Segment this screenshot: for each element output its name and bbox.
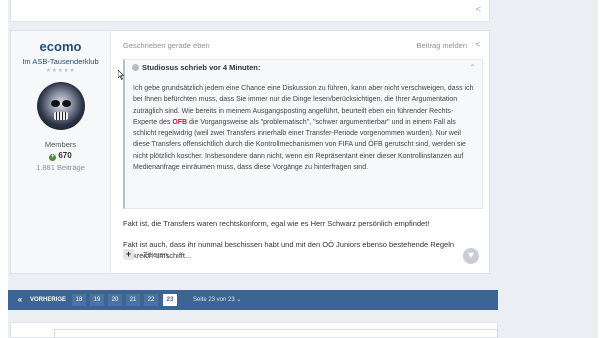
expand-quote-icon[interactable]: ⌃ — [469, 63, 476, 72]
avatar-eye — [50, 100, 60, 107]
page-button-22[interactable]: 22 — [144, 294, 158, 306]
previous-post: < — [10, 0, 490, 22]
forum-post: ecomo Im ASB-Tausenderklub ★★★★★ Members… — [10, 30, 490, 274]
avatar-eye — [61, 100, 71, 107]
page-button-20[interactable]: 20 — [108, 294, 122, 306]
avatar[interactable] — [36, 82, 85, 130]
multiquote-button[interactable]: + — [123, 249, 134, 260]
report-post-link[interactable]: Beitrag melden — [417, 41, 467, 50]
reputation-value: 670 — [58, 151, 72, 160]
page-button-21[interactable]: 21 — [126, 294, 140, 306]
author-group: Im ASB-Tausenderklub — [22, 57, 99, 66]
quote-user-icon — [132, 64, 139, 71]
quote-author[interactable]: Studiosus schrieb vor 4 Minuten: — [142, 63, 260, 72]
share-icon[interactable]: < — [475, 40, 480, 49]
share-icon[interactable]: < — [476, 4, 481, 14]
reply-text: Fakt ist, die Transfers waren rechtskonf… — [123, 219, 430, 228]
reputation-plus-icon: + — [49, 154, 57, 161]
post-count: 1.881 Beiträge — [36, 163, 85, 172]
previous-page-button[interactable]: VORHERIGE — [30, 294, 66, 306]
quote-block: Studiosus schrieb vor 4 Minuten: ⌃ Ich g… — [123, 59, 483, 209]
reputation: +670 — [11, 151, 110, 161]
reply-box — [10, 322, 498, 338]
author-name[interactable]: ecomo — [11, 39, 110, 54]
page-button-current[interactable]: 23 — [163, 294, 177, 306]
quote-text-part: die Vorgangsweise als "problematisch", "… — [133, 118, 466, 172]
page-button-18[interactable]: 18 — [72, 294, 86, 306]
like-heart-icon[interactable]: ♥ — [463, 248, 479, 264]
quote-button[interactable]: Zitieren — [143, 250, 168, 259]
page-jump-dropdown[interactable]: Seite 23 von 23 ⌄ — [193, 294, 253, 306]
page-button-19[interactable]: 19 — [90, 294, 104, 306]
quote-text: Ich gebe grundsätzlich jedem eine Chance… — [125, 75, 482, 173]
reply-text: Fakt ist auch, dass ihr nunmal beschisse… — [123, 240, 455, 260]
page-of-label: Seite 23 von 23 — [193, 297, 235, 303]
post-timestamp: Geschrieben gerade eben — [123, 41, 210, 50]
chevron-down-icon: ⌄ — [236, 297, 242, 303]
rank-stars: ★★★★★ — [45, 68, 76, 74]
mouse-cursor-icon — [118, 70, 124, 80]
author-panel: ecomo Im ASB-Tausenderklub ★★★★★ Members… — [11, 31, 111, 273]
reply-editor[interactable] — [54, 329, 498, 338]
quote-header: Studiosus schrieb vor 4 Minuten: ⌃ — [125, 60, 482, 75]
chevron-left-icon[interactable]: « — [14, 294, 26, 306]
quote-highlight: OFB — [172, 118, 188, 126]
avatar-mouth — [53, 112, 68, 120]
pagination-bar: « VORHERIGE 18 19 20 21 22 23 Seite 23 v… — [8, 290, 498, 310]
member-rank: Members — [44, 140, 77, 149]
